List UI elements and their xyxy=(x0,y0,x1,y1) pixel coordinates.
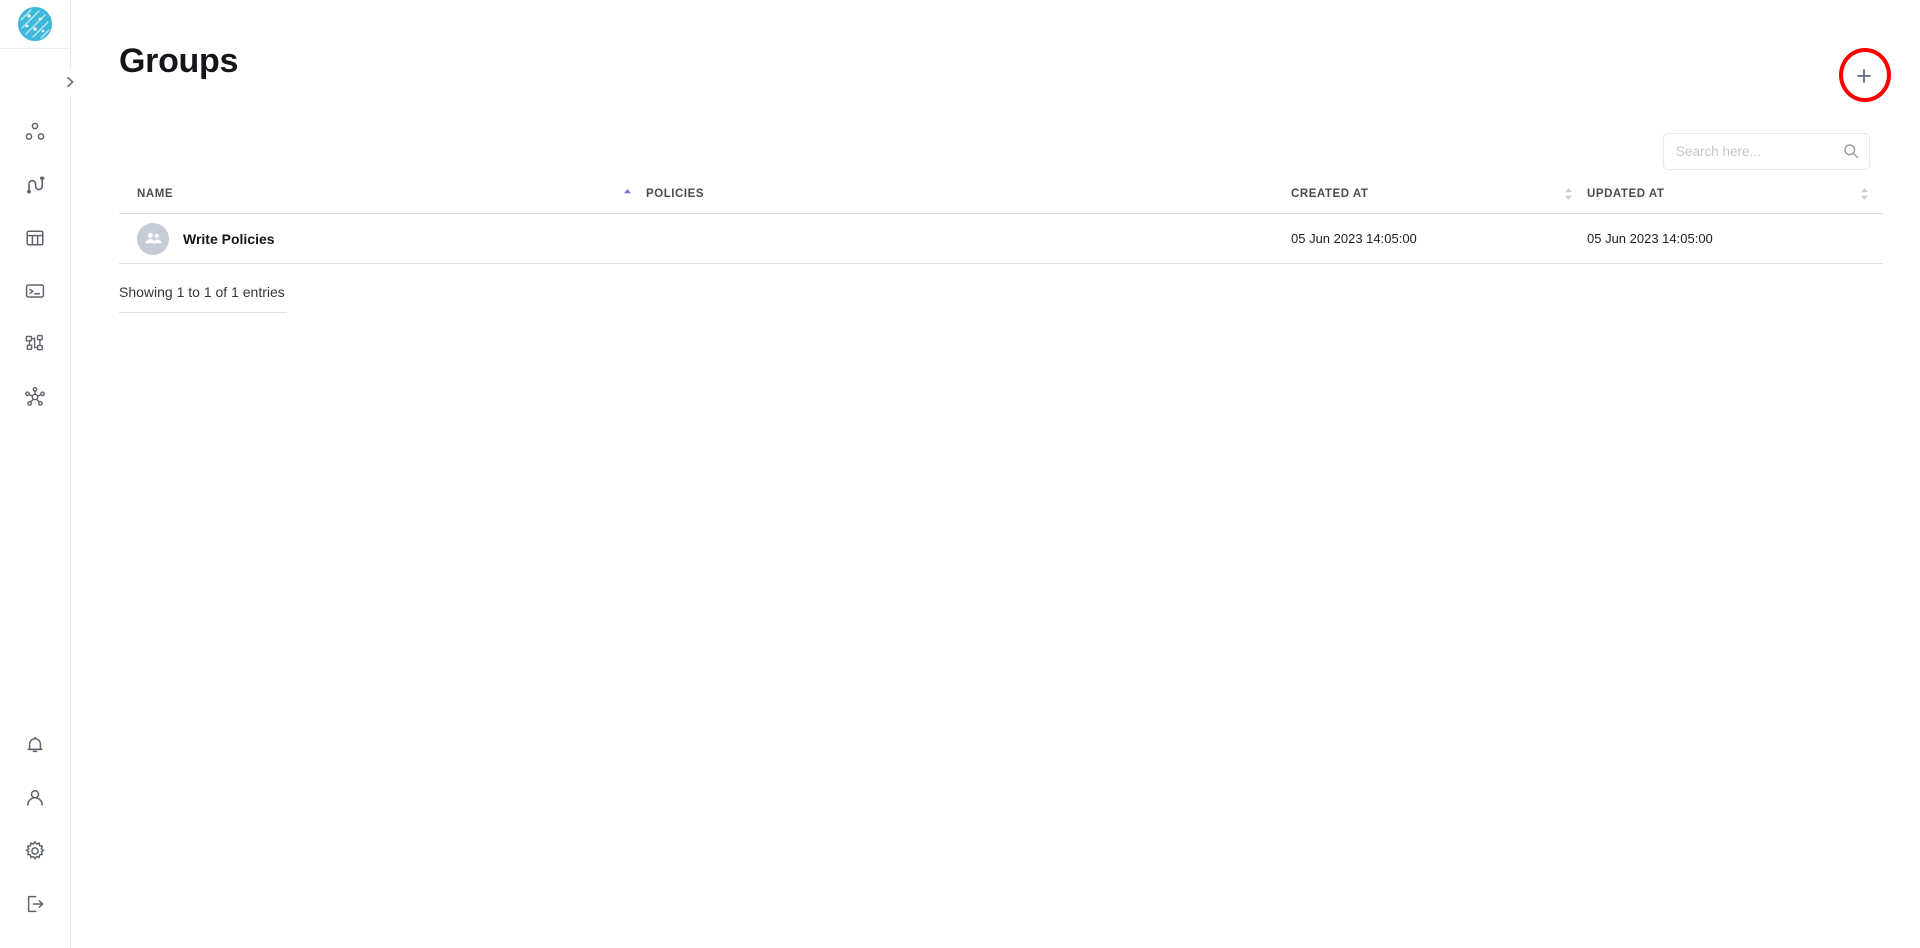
sidebar-primary-nav xyxy=(0,105,70,423)
table-head: NAME POLICIES CREATED AT UPDATED AT xyxy=(119,188,1883,214)
cell-name: Write Policies xyxy=(119,213,646,264)
table-body: Write Policies 05 Jun 2023 14:05:00 05 J… xyxy=(119,213,1883,264)
sidebar-collapse-toggle[interactable] xyxy=(57,69,83,95)
sidebar-item-console[interactable] xyxy=(0,264,70,317)
sidebar-secondary-nav xyxy=(0,718,70,930)
sidebar-item-connections[interactable] xyxy=(0,158,70,211)
sort-both-icon xyxy=(1564,187,1573,201)
network-circle-logo xyxy=(18,7,52,41)
sidebar-item-logout[interactable] xyxy=(0,877,70,930)
column-label-name: NAME xyxy=(137,188,174,200)
column-label-created-at: CREATED AT xyxy=(1291,188,1369,200)
table-row[interactable]: Write Policies 05 Jun 2023 14:05:00 05 J… xyxy=(119,213,1883,264)
column-header-updated-at[interactable]: UPDATED AT xyxy=(1587,188,1883,214)
sidebar-item-tables[interactable] xyxy=(0,211,70,264)
sidebar-item-network[interactable] xyxy=(0,370,70,423)
table-header-row: NAME POLICIES CREATED AT UPDATED AT xyxy=(119,188,1883,214)
column-header-created-at[interactable]: CREATED AT xyxy=(1291,188,1587,214)
page-title: Groups xyxy=(119,42,239,80)
groups-table: NAME POLICIES CREATED AT UPDATED AT Writ… xyxy=(119,188,1883,264)
sort-ascending-icon xyxy=(623,187,632,201)
search-input[interactable] xyxy=(1663,133,1870,170)
column-header-policies[interactable]: POLICIES xyxy=(646,188,1291,214)
sidebar-item-clusters[interactable] xyxy=(0,105,70,158)
cell-created-at: 05 Jun 2023 14:05:00 xyxy=(1291,213,1587,264)
sort-both-icon xyxy=(1860,187,1869,201)
group-name: Write Policies xyxy=(183,230,275,247)
search-box xyxy=(1663,133,1870,170)
sidebar-item-settings[interactable] xyxy=(0,824,70,877)
group-avatar-icon xyxy=(137,222,169,255)
groups-page: Groups + NAME xyxy=(0,0,1920,948)
add-group-button[interactable]: + xyxy=(1843,55,1885,97)
cell-updated-at: 05 Jun 2023 14:05:00 xyxy=(1587,213,1883,264)
chevron-right-icon xyxy=(67,76,74,88)
cell-policies xyxy=(646,213,1291,264)
sidebar-item-notifications[interactable] xyxy=(0,718,70,771)
main-content: Groups + NAME xyxy=(71,0,1920,948)
sidebar xyxy=(0,0,83,948)
app-logo[interactable] xyxy=(0,0,70,49)
table-entries-info: Showing 1 to 1 of 1 entries xyxy=(119,284,287,313)
column-label-updated-at: UPDATED AT xyxy=(1587,188,1665,200)
groups-table-wrapper: NAME POLICIES CREATED AT UPDATED AT Writ… xyxy=(119,188,1883,264)
sidebar-item-profile[interactable] xyxy=(0,771,70,824)
column-header-name[interactable]: NAME xyxy=(119,188,646,214)
sidebar-item-sitemap[interactable] xyxy=(0,317,70,370)
column-label-policies: POLICIES xyxy=(646,188,705,200)
plus-icon: + xyxy=(1856,60,1872,91)
